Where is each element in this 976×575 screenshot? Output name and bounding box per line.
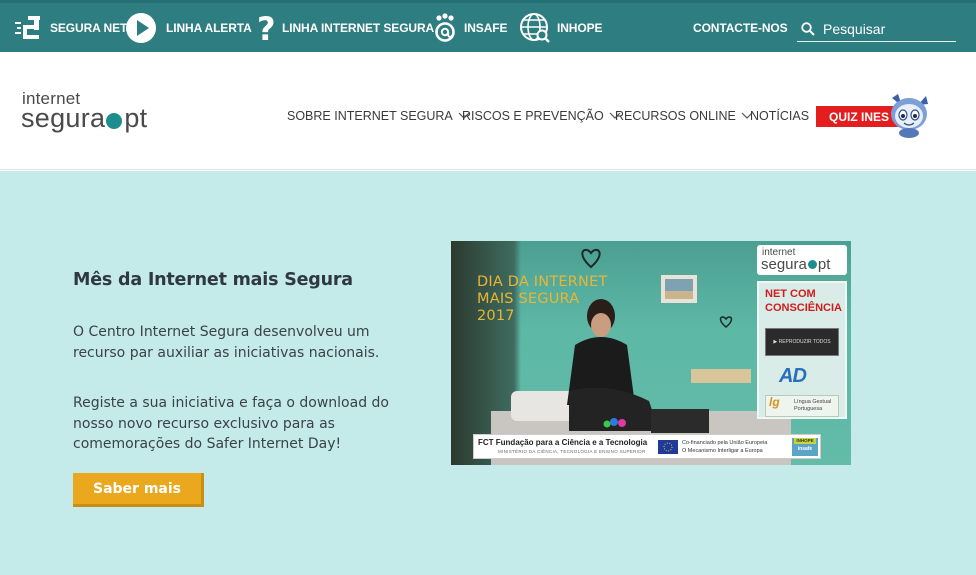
video-side-panel: NET COM CONSCIÊNCIA ▶ REPRODUZIR TODOS A… (757, 281, 847, 419)
video-sponsor-bar: FCT Fundação para a Ciência e a Tecnolog… (473, 434, 821, 459)
nav-item-recursos-online[interactable]: RECURSOS ONLINE (615, 109, 753, 123)
segura-net-icon (14, 13, 44, 43)
nav-item-sobre-internet-segura[interactable]: SOBRE INTERNET SEGURA (287, 109, 470, 123)
nav-item-label: NOTÍCIAS (750, 109, 810, 123)
topbar-link-linha-alerta[interactable]: LINHA ALERTA (125, 3, 252, 53)
video-title-line: MAIS SEGURA (477, 291, 580, 307)
sign-language-badge: lg Língua Gestual Portuguesa (765, 395, 839, 417)
hero-banner: Mês da Internet mais Segura O Centro Int… (0, 171, 976, 575)
topbar-link-linha-internet-segura[interactable]: ? LINHA INTERNET SEGURA (256, 3, 434, 53)
topbar-link-segura-net[interactable]: SEGURA NET (14, 3, 127, 53)
sign-language-line: Língua Gestual (794, 399, 832, 405)
nav-item-label: SOBRE INTERNET SEGURA (287, 109, 453, 123)
topbar-link-label: INSAFE (464, 21, 508, 35)
video-logo-left: segura (761, 256, 807, 273)
insafe-paw-icon (432, 12, 458, 44)
logo-dot-icon (106, 112, 123, 129)
logo-line2: segura pt (21, 105, 147, 132)
video-title-line: 2017 (477, 308, 515, 324)
topbar-link-insafe[interactable]: INSAFE (432, 3, 508, 53)
search-icon (801, 21, 815, 36)
sign-language-icon: lg (769, 395, 780, 409)
play-all-thumbnail: ▶ REPRODUZIR TODOS (765, 328, 839, 356)
panel-title-line: NET COM (765, 288, 816, 300)
video-logo: internet segura pt (757, 245, 847, 275)
video-logo-right: pt (817, 256, 831, 273)
panel-title-line: CONSCIÊNCIA (765, 302, 843, 314)
eu-flag-icon (658, 440, 678, 454)
topbar-link-label: SEGURA NET (50, 21, 128, 35)
video-logo-line2: segura pt (761, 256, 830, 273)
topbar-link-label: LINHA INTERNET SEGURA (282, 21, 435, 35)
logo-dot-icon (807, 260, 817, 269)
topbar-link-label: LINHA ALERTA (166, 21, 252, 35)
hero-video-image[interactable]: DIA DA INTERNET MAIS SEGURA 2017 interne… (451, 241, 851, 465)
search-box[interactable] (797, 16, 956, 42)
eu-funding-text: Co-financiado pela União Europeia O Meca… (682, 439, 767, 455)
search-input[interactable] (823, 20, 951, 37)
video-title: DIA DA INTERNET MAIS SEGURA 2017 (477, 274, 608, 325)
nav-item-noticias[interactable]: NOTÍCIAS (750, 109, 809, 123)
insafe-logo-text: insafe (797, 446, 813, 452)
globe-search-icon (519, 12, 551, 44)
saber-mais-button[interactable]: Saber mais (73, 473, 204, 507)
hero-paragraph: Registe a sua iniciativa e faça o downlo… (73, 395, 389, 452)
logo-line2-right: pt (124, 103, 148, 133)
video-title-line: DIA DA INTERNET (477, 274, 608, 290)
topbar-link-inhope[interactable]: INHOPE (519, 3, 603, 53)
site-logo[interactable]: internet segura pt (21, 90, 182, 140)
eu-funding-line: Co-financiado pela União Europeia (682, 440, 768, 446)
logo-line2-left: segura (21, 103, 106, 133)
nav-item-riscos-e-prevencao[interactable]: RISCOS E PREVENÇÃO (462, 109, 621, 123)
nav-item-label: RISCOS E PREVENÇÃO (462, 109, 604, 123)
eu-funding-line: O Mecanismo Interligar a Europa (682, 448, 763, 454)
question-mark-icon: ? (256, 12, 276, 44)
svg-text:?: ? (257, 12, 275, 44)
nav-item-label: RECURSOS ONLINE (615, 109, 736, 123)
play-circle-icon (125, 12, 157, 44)
hero-paragraph: O Centro Internet Segura desenvolveu um … (73, 324, 380, 361)
top-bar: SEGURA NET LINHA ALERTA ? LINHA INTERNET… (0, 0, 976, 52)
fct-logo-text: FCT Fundação para a Ciência e a Tecnolog… (478, 438, 648, 447)
panel-title: NET COM CONSCIÊNCIA (765, 287, 842, 315)
inhope-logo-text: INHOPE (794, 438, 816, 444)
audio-description-icon: AD (779, 365, 807, 387)
fct-subtitle: MINISTÉRIO DA CIÊNCIA, TECNOLOGIA E ENSI… (498, 449, 646, 454)
contact-link[interactable]: CONTACTE-NOS (693, 3, 788, 53)
inhope-insafe-logo: INHOPE insafe (792, 438, 818, 456)
site-header: internet segura pt SOBRE INTERNET SEGURA… (0, 52, 976, 170)
hero-title: Mês da Internet mais Segura (73, 270, 353, 290)
topbar-link-label: INHOPE (557, 21, 603, 35)
sign-language-line: Portuguesa (794, 406, 823, 412)
ines-mascot-icon[interactable] (884, 90, 934, 140)
